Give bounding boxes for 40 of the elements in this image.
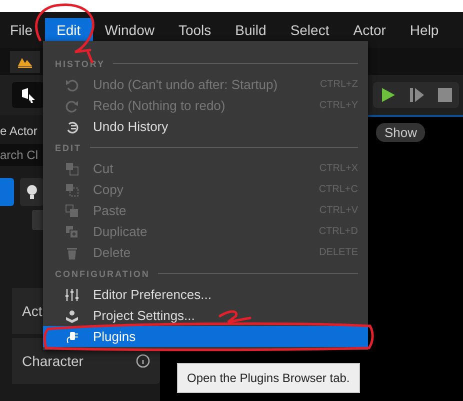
menu-item[interactable]: Tools (166, 18, 224, 42)
menu-entry-icon (65, 288, 79, 302)
menu-item[interactable]: Window (92, 18, 166, 42)
menu-entry-icon (65, 98, 79, 112)
menu-entry-icon (65, 246, 79, 260)
play-icon[interactable] (380, 87, 396, 103)
show-button[interactable]: Show (376, 123, 425, 142)
menu-entry-icon (65, 330, 79, 344)
menu-item[interactable]: Edit (44, 18, 93, 42)
section-header: HISTORY (55, 58, 106, 68)
hand-drawn-scribble (218, 310, 252, 324)
menu-entry[interactable]: Project Settings... (43, 305, 368, 326)
menu-entry[interactable]: Editor Preferences... (43, 284, 368, 305)
menu-entry[interactable]: Undo History (43, 116, 368, 137)
light-filter-button[interactable] (20, 178, 44, 206)
menu-entry[interactable]: Plugins (43, 326, 368, 347)
menu-item[interactable]: Help (398, 18, 451, 42)
menu-entry-icon (65, 120, 79, 134)
cursor-icon (20, 87, 36, 103)
section-header: EDIT (55, 142, 82, 152)
menu-item[interactable]: File (0, 18, 45, 42)
menu-item[interactable]: Actor (341, 18, 398, 42)
info-icon (136, 354, 150, 368)
menu-entry-icon (65, 78, 79, 92)
menu-entry-icon (65, 162, 79, 176)
level-tab[interactable] (10, 50, 40, 72)
mode-button[interactable] (12, 82, 44, 108)
menu-entry-icon (65, 182, 79, 196)
section-header: CONFIGURATION (55, 268, 150, 278)
menu-entry-icon (65, 308, 79, 322)
menu-item[interactable]: Select (278, 18, 342, 42)
menu-item[interactable]: Build (223, 18, 278, 42)
menu-entry-icon (65, 224, 79, 238)
panel-title: e Actor (0, 123, 38, 140)
filter-tile[interactable] (0, 178, 14, 206)
tooltip: Open the Plugins Browser tab. (177, 363, 360, 393)
menu-entry-icon (65, 204, 79, 218)
step-icon[interactable] (410, 87, 424, 103)
bulb-icon (26, 184, 38, 200)
mountain-icon (18, 56, 32, 68)
